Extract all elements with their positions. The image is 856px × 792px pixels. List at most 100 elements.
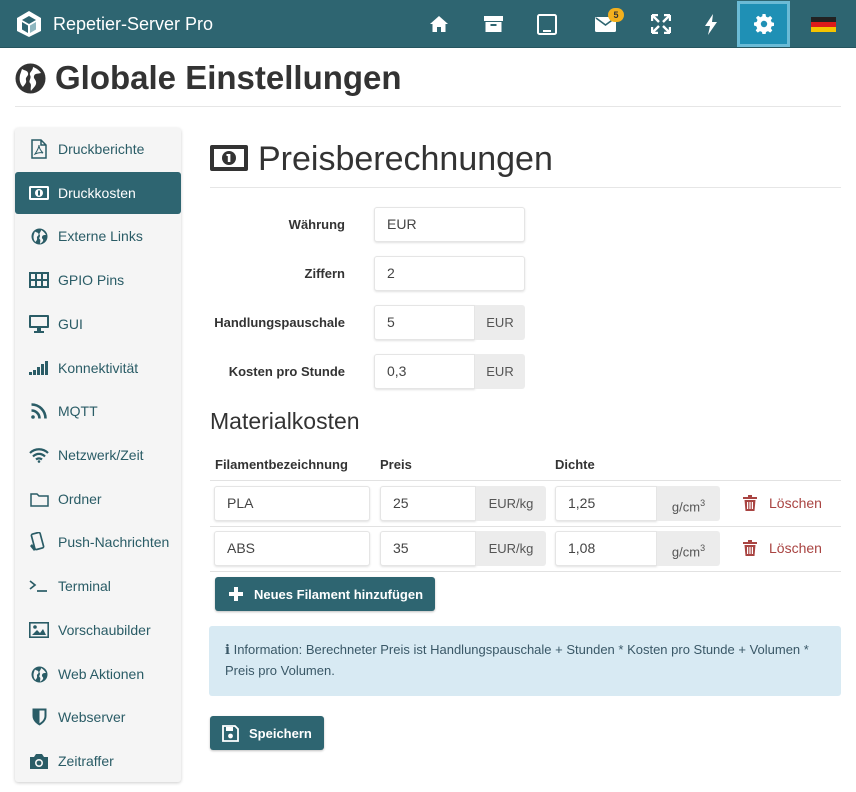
density-header: Dichte bbox=[555, 457, 595, 472]
price-header: Preis bbox=[380, 457, 412, 472]
add-filament-label: Neues Filament hinzufügen bbox=[254, 586, 424, 602]
mobile-icon bbox=[29, 532, 49, 552]
save-label: Speichern bbox=[249, 725, 312, 741]
sidebar-item-mqtt[interactable]: MQTT bbox=[15, 390, 181, 432]
sidebar-item-label: Web Aktionen bbox=[58, 666, 145, 682]
brand[interactable]: Repetier-Server Pro bbox=[16, 10, 213, 38]
trash-icon bbox=[743, 495, 757, 511]
sidebar-item-label: Druckberichte bbox=[58, 141, 145, 157]
sidebar-item-konnektivitaet[interactable]: Konnektivität bbox=[15, 347, 181, 389]
sidebar-item-gui[interactable]: GUI bbox=[15, 303, 181, 345]
floppy-disk-icon bbox=[222, 724, 239, 742]
globe-icon bbox=[15, 63, 46, 94]
delete-button[interactable]: Löschen bbox=[743, 540, 822, 556]
tablet-icon[interactable] bbox=[522, 0, 572, 48]
sidebar-item-label: Webserver bbox=[58, 709, 126, 725]
signal-icon bbox=[29, 358, 49, 378]
digits-label: Ziffern bbox=[304, 266, 345, 281]
section-header: Preisberechnungen bbox=[210, 140, 841, 188]
bolt-icon[interactable] bbox=[686, 0, 736, 48]
sidebar-item-label: Ordner bbox=[58, 491, 102, 507]
sidebar-item-netzwerk-zeit[interactable]: Netzwerk/Zeit bbox=[15, 434, 181, 476]
density-unit: g/cm3 bbox=[657, 531, 720, 566]
sidebar-item-ordner[interactable]: Ordner bbox=[15, 478, 181, 520]
currency-input[interactable]: EUR bbox=[374, 207, 525, 242]
image-icon bbox=[29, 620, 49, 640]
sidebar-item-label: Terminal bbox=[58, 578, 111, 594]
folder-icon bbox=[29, 489, 49, 509]
price-unit: EUR/kg bbox=[476, 531, 546, 566]
filament-price-input[interactable]: 25 bbox=[380, 486, 476, 521]
page-title: Globale Einstellungen bbox=[55, 59, 402, 96]
handling-fee-label: Handlungspauschale bbox=[214, 315, 345, 330]
plus-icon bbox=[229, 587, 243, 601]
sidebar-item-push-nachrichten[interactable]: Push-Nachrichten bbox=[15, 521, 181, 563]
filament-density-input[interactable]: 1,08 bbox=[555, 531, 657, 566]
info-icon: i bbox=[225, 643, 230, 658]
trash-icon bbox=[743, 540, 757, 556]
wifi-icon bbox=[29, 445, 49, 465]
rss-icon bbox=[29, 401, 49, 421]
sidebar-item-label: Push-Nachrichten bbox=[58, 534, 170, 550]
section-title: Preisberechnungen bbox=[258, 140, 553, 178]
messages-badge: 5 bbox=[608, 8, 624, 22]
save-button[interactable]: Speichern bbox=[210, 716, 324, 750]
sidebar-item-label: Druckkosten bbox=[58, 185, 136, 201]
sidebar-item-web-aktionen[interactable]: Web Aktionen bbox=[15, 653, 181, 695]
density-unit: g/cm3 bbox=[657, 486, 720, 521]
table-divider bbox=[210, 571, 841, 572]
monitor-icon bbox=[29, 314, 49, 334]
sidebar-item-label: MQTT bbox=[58, 403, 98, 419]
sidebar-item-label: Netzwerk/Zeit bbox=[58, 447, 144, 463]
globe-icon bbox=[29, 226, 49, 246]
settings-sidebar: Druckberichte Druckkosten Externe Links … bbox=[15, 128, 181, 782]
filament-price-input[interactable]: 35 bbox=[380, 531, 476, 566]
sidebar-item-label: GUI bbox=[58, 316, 83, 332]
hourly-cost-input[interactable]: 0,3 bbox=[374, 354, 475, 389]
globe-icon bbox=[29, 664, 49, 684]
home-icon[interactable] bbox=[414, 0, 464, 48]
sidebar-item-vorschaubilder[interactable]: Vorschaubilder bbox=[15, 609, 181, 651]
filament-name-input[interactable]: ABS bbox=[214, 531, 370, 566]
sidebar-item-druckberichte[interactable]: Druckberichte bbox=[15, 128, 181, 170]
grid-icon bbox=[29, 270, 49, 290]
app-title: Repetier-Server Pro bbox=[53, 14, 214, 34]
sidebar-item-label: Externe Links bbox=[58, 228, 143, 244]
top-navbar: Repetier-Server Pro 5 bbox=[0, 0, 856, 48]
pdf-file-icon bbox=[29, 139, 49, 159]
table-divider bbox=[210, 526, 841, 527]
table-divider bbox=[210, 480, 841, 481]
delete-button[interactable]: Löschen bbox=[743, 495, 822, 511]
info-text: Information: Berechneter Preis ist Handl… bbox=[225, 642, 809, 678]
sidebar-item-zeitraffer[interactable]: Zeitraffer bbox=[15, 740, 181, 782]
material-costs-title: Materialkosten bbox=[210, 408, 360, 434]
gear-icon[interactable] bbox=[737, 1, 790, 47]
expand-icon[interactable] bbox=[636, 0, 686, 48]
info-alert: i Information: Berechneter Preis ist Han… bbox=[209, 626, 841, 696]
german-flag-icon[interactable] bbox=[798, 0, 848, 48]
archive-icon[interactable] bbox=[468, 0, 518, 48]
sidebar-item-label: GPIO Pins bbox=[58, 272, 125, 288]
repetier-logo-icon bbox=[17, 11, 41, 37]
sidebar-item-terminal[interactable]: Terminal bbox=[15, 565, 181, 607]
hourly-cost-unit: EUR bbox=[475, 354, 525, 389]
price-unit: EUR/kg bbox=[476, 486, 546, 521]
filament-name-input[interactable]: PLA bbox=[214, 486, 370, 521]
camera-icon bbox=[29, 751, 49, 771]
filament-density-input[interactable]: 1,25 bbox=[555, 486, 657, 521]
hourly-cost-label: Kosten pro Stunde bbox=[228, 364, 345, 379]
envelope-icon[interactable]: 5 bbox=[580, 0, 630, 48]
filament-name-header: Filamentbezeichnung bbox=[215, 457, 348, 472]
handling-fee-input[interactable]: 5 bbox=[374, 305, 475, 340]
money-icon bbox=[29, 183, 49, 203]
sidebar-item-gpio-pins[interactable]: GPIO Pins bbox=[15, 259, 181, 301]
sidebar-item-webserver[interactable]: Webserver bbox=[15, 696, 181, 738]
sidebar-item-externe-links[interactable]: Externe Links bbox=[15, 215, 181, 257]
money-icon bbox=[210, 145, 248, 171]
sidebar-item-druckkosten[interactable]: Druckkosten bbox=[15, 172, 181, 214]
add-filament-button[interactable]: Neues Filament hinzufügen bbox=[215, 577, 435, 611]
sidebar-item-label: Konnektivität bbox=[58, 360, 139, 376]
handling-fee-unit: EUR bbox=[475, 305, 525, 340]
delete-label: Löschen bbox=[769, 495, 822, 511]
digits-input[interactable]: 2 bbox=[374, 256, 525, 291]
